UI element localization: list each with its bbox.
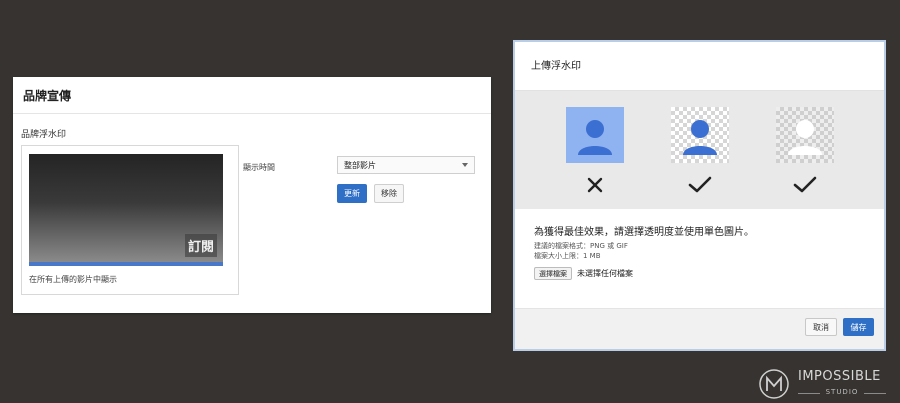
brand-logo: IMPOSSIBLE STUDIO xyxy=(758,366,893,402)
choose-file-button[interactable]: 選擇檔案 xyxy=(534,267,572,280)
example-transparent-white-avatar xyxy=(776,107,834,163)
chevron-down-icon xyxy=(462,163,468,167)
watermark-preview: 訂閱 在所有上傳的影片中顯示 xyxy=(21,145,239,295)
format-hint: 建議的檔案格式：PNG 或 GIF xyxy=(534,242,628,250)
avatar-icon xyxy=(776,107,834,163)
upload-watermark-dialog: 上傳浮水印 為獲得最佳效果，請選擇透明度並使用單色圖片。 建議的檔案格式：PNG… xyxy=(513,40,886,351)
display-time-value: 整部影片 xyxy=(344,160,376,170)
brand-sub: STUDIO xyxy=(798,388,886,396)
size-hint: 檔案大小上限：1 MB xyxy=(534,252,601,260)
avatar-icon xyxy=(566,107,624,163)
cancel-button[interactable]: 取消 xyxy=(805,318,837,336)
video-preview: 訂閱 xyxy=(29,154,223,262)
check-mark-icon xyxy=(776,174,834,196)
display-time-label: 顯示時間 xyxy=(243,163,275,172)
example-opaque-avatar xyxy=(566,107,624,163)
panel-header: 品牌宣傳 xyxy=(13,77,491,114)
dialog-title: 上傳浮水印 xyxy=(531,61,581,72)
update-button[interactable]: 更新 xyxy=(337,184,367,203)
subscribe-watermark: 訂閱 xyxy=(184,234,217,257)
display-time-select[interactable]: 整部影片 xyxy=(337,156,475,174)
progress-bar xyxy=(29,262,223,266)
logo-icon xyxy=(759,369,789,399)
x-mark-icon xyxy=(566,174,624,196)
section-title: 品牌浮水印 xyxy=(21,130,67,140)
preview-caption: 在所有上傳的影片中顯示 xyxy=(29,275,117,284)
avatar-icon xyxy=(671,107,729,163)
brand-name: IMPOSSIBLE xyxy=(798,369,881,384)
brand-promotion-panel: 品牌宣傳 品牌浮水印 訂閱 在所有上傳的影片中顯示 顯示時間 整部影片 更新 移… xyxy=(13,77,491,313)
example-strip xyxy=(515,91,884,209)
check-mark-icon xyxy=(671,174,729,196)
save-button[interactable]: 儲存 xyxy=(843,318,874,336)
no-file-status: 未選擇任何檔案 xyxy=(577,269,633,278)
example-transparent-blue-avatar xyxy=(671,107,729,163)
guidance-text: 為獲得最佳效果，請選擇透明度並使用單色圖片。 xyxy=(534,227,754,238)
remove-button[interactable]: 移除 xyxy=(374,184,404,203)
